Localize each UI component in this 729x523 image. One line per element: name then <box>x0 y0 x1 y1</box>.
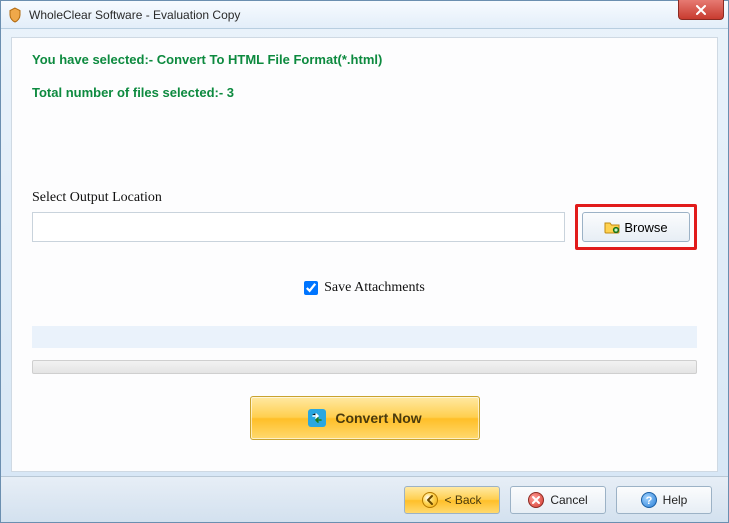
app-window: WholeClear Software - Evaluation Copy Yo… <box>0 0 729 523</box>
titlebar: WholeClear Software - Evaluation Copy <box>1 1 728 29</box>
back-button-label: < Back <box>444 493 481 507</box>
help-button[interactable]: ? Help <box>616 486 712 514</box>
window-title: WholeClear Software - Evaluation Copy <box>29 8 240 22</box>
browse-button[interactable]: Browse <box>582 212 690 242</box>
save-attachments-checkbox[interactable] <box>304 281 318 295</box>
browse-button-label: Browse <box>624 220 667 235</box>
save-attachments-row: Save Attachments <box>32 280 697 296</box>
help-icon: ? <box>641 492 657 508</box>
browse-highlight: Browse <box>575 204 697 250</box>
output-row: Browse <box>32 212 697 242</box>
content-panel: You have selected:- Convert To HTML File… <box>11 37 718 472</box>
window-close-button[interactable] <box>678 0 724 20</box>
svg-text:?: ? <box>645 495 652 507</box>
help-button-label: Help <box>663 493 688 507</box>
convert-now-button[interactable]: Convert Now <box>250 396 480 440</box>
progress-bar <box>32 360 697 374</box>
cancel-button-label: Cancel <box>550 493 587 507</box>
save-attachments-label: Save Attachments <box>324 280 425 296</box>
back-button[interactable]: < Back <box>404 486 500 514</box>
status-strip <box>32 326 697 348</box>
close-icon <box>696 5 706 15</box>
wizard-footer: < Back Cancel ? Help <box>1 476 728 522</box>
back-icon <box>422 492 438 508</box>
total-files-text: Total number of files selected:- 3 <box>32 85 697 100</box>
output-location-input[interactable] <box>32 212 565 242</box>
cancel-icon <box>528 492 544 508</box>
folder-icon <box>604 220 620 234</box>
convert-icon <box>307 408 327 428</box>
app-icon <box>7 7 23 23</box>
cancel-button[interactable]: Cancel <box>510 486 606 514</box>
convert-now-label: Convert Now <box>335 410 421 426</box>
selected-format-text: You have selected:- Convert To HTML File… <box>32 52 697 67</box>
